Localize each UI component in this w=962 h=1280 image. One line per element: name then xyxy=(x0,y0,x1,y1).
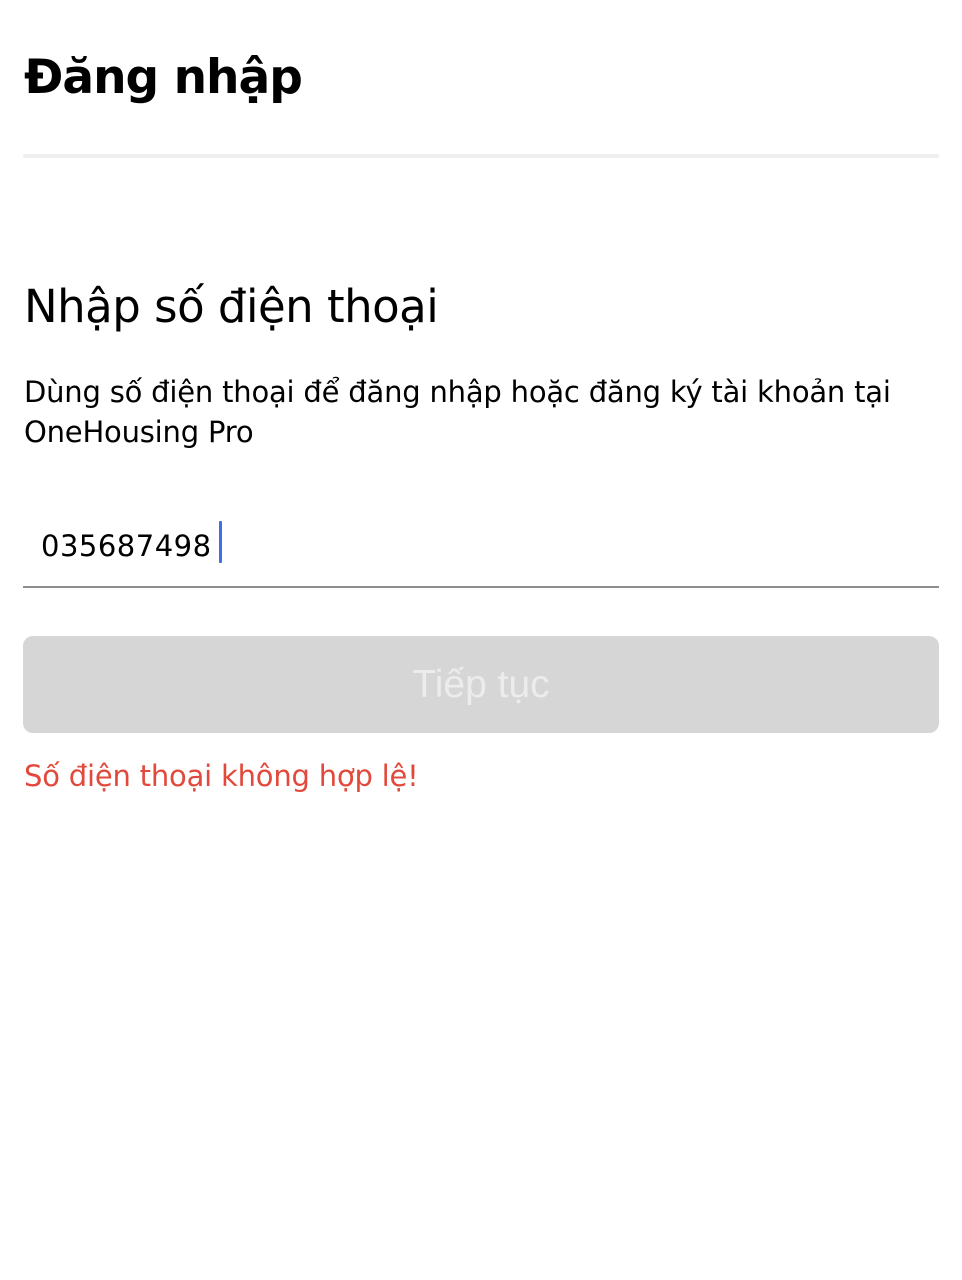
description-text: Dùng số điện thoại để đăng nhập hoặc đăn… xyxy=(24,375,891,449)
section-title: Nhập số điện thoại xyxy=(24,280,439,333)
phone-field[interactable] xyxy=(23,514,939,588)
phone-input[interactable] xyxy=(41,518,921,574)
error-message: Số điện thoại không hợp lệ! xyxy=(24,759,419,793)
continue-button[interactable]: Tiếp tục xyxy=(23,636,939,733)
header-divider xyxy=(23,154,939,158)
page-title: Đăng nhập xyxy=(24,50,303,105)
header: Đăng nhập xyxy=(24,46,938,110)
text-caret xyxy=(219,521,222,563)
